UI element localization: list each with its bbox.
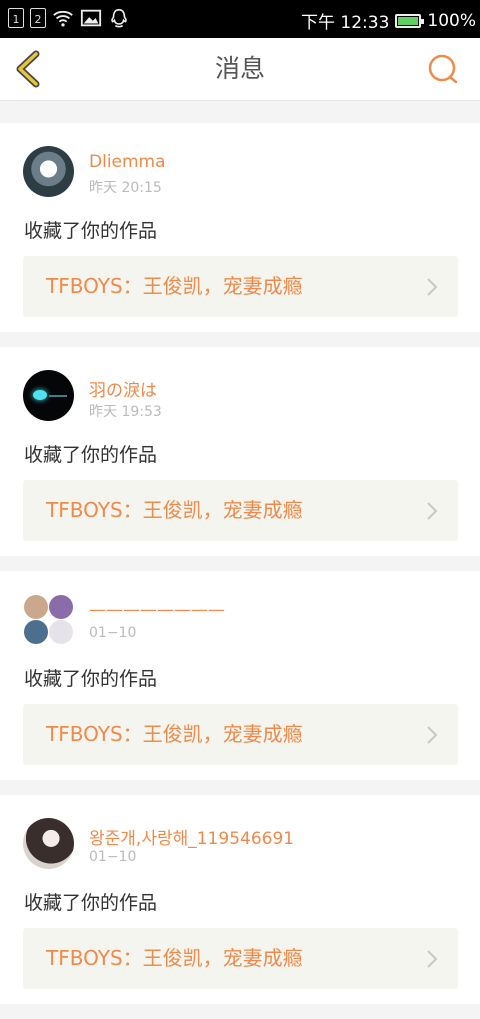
work-link[interactable]: TFBOYS：王俊凯，宠妻成瘾 <box>23 928 458 989</box>
image-icon <box>80 9 102 27</box>
avatar-quadrant <box>49 620 73 644</box>
timestamp: 01−10 <box>89 625 137 641</box>
work-title: TFBOYS：王俊凯，宠妻成瘾 <box>46 946 303 970</box>
sim2-label: 2 <box>34 13 42 26</box>
work-link[interactable]: TFBOYS：王俊凯，宠妻成瘾 <box>23 256 458 317</box>
page-title: 消息 <box>214 54 265 83</box>
battery-percent: 100% <box>427 10 476 31</box>
search-icon[interactable] <box>426 52 460 86</box>
username[interactable]: ———————— <box>89 600 225 620</box>
action-text: 收藏了你的作品 <box>24 668 158 690</box>
clock: 下午 12:33 <box>300 13 390 33</box>
battery-icon <box>395 13 425 28</box>
sim1-label: 1 <box>12 13 20 26</box>
action-text: 收藏了你的作品 <box>24 220 158 242</box>
status-bar: 1 2 下午 12:33 100% <box>0 0 480 38</box>
avatar[interactable] <box>23 594 74 645</box>
work-title: TFBOYS：王俊凯，宠妻成瘾 <box>46 274 303 298</box>
chevron-right-icon <box>427 950 438 968</box>
timestamp: 昨天 20:15 <box>89 180 162 196</box>
work-title: TFBOYS：王俊凯，宠妻成瘾 <box>46 722 303 746</box>
username[interactable]: 왕준개,사랑해_119546691 <box>89 824 294 849</box>
avatar[interactable] <box>23 818 74 869</box>
avatar-line <box>49 395 67 397</box>
message-card: ———————— 01−10 收藏了你的作品 TFBOYS：王俊凯，宠妻成瘾 <box>0 571 480 780</box>
message-card: 羽の淚は 昨天 19:53 收藏了你的作品 TFBOYS：王俊凯，宠妻成瘾 <box>0 347 480 556</box>
action-text: 收藏了你的作品 <box>24 892 158 914</box>
message-list: Dliemma 昨天 20:15 收藏了你的作品 TFBOYS：王俊凯，宠妻成瘾… <box>0 123 480 1019</box>
timestamp: 01−10 <box>89 849 137 865</box>
qq-icon <box>111 8 127 28</box>
nav-bar: 消息 <box>0 38 480 101</box>
avatar[interactable] <box>23 370 74 421</box>
sim1-icon: 1 <box>8 8 24 28</box>
status-bar-right: 下午 12:33 100% <box>300 8 476 34</box>
chevron-right-icon <box>427 502 438 520</box>
action-text: 收藏了你的作品 <box>24 444 158 466</box>
avatar-quadrant <box>24 620 48 644</box>
work-link[interactable]: TFBOYS：王俊凯，宠妻成瘾 <box>23 704 458 765</box>
username[interactable]: 羽の淚は <box>89 376 157 401</box>
avatar-quadrant <box>24 595 48 619</box>
message-card: Dliemma 昨天 20:15 收藏了你的作品 TFBOYS：王俊凯，宠妻成瘾 <box>0 123 480 332</box>
timestamp: 昨天 19:53 <box>89 404 162 420</box>
sim2-icon: 2 <box>30 8 46 28</box>
avatar-glow <box>33 390 47 400</box>
work-title: TFBOYS：王俊凯，宠妻成瘾 <box>46 498 303 522</box>
avatar-quadrant <box>49 595 73 619</box>
wifi-icon <box>53 10 73 27</box>
chevron-right-icon <box>427 726 438 744</box>
username[interactable]: Dliemma <box>89 152 166 172</box>
avatar[interactable] <box>23 146 74 197</box>
chevron-right-icon <box>427 278 438 296</box>
status-bar-left: 1 2 <box>8 7 130 29</box>
battery-fill <box>398 16 419 25</box>
work-link[interactable]: TFBOYS：王俊凯，宠妻成瘾 <box>23 480 458 541</box>
message-card: 왕준개,사랑해_119546691 01−10 收藏了你的作品 TFBOYS：王… <box>0 795 480 1004</box>
